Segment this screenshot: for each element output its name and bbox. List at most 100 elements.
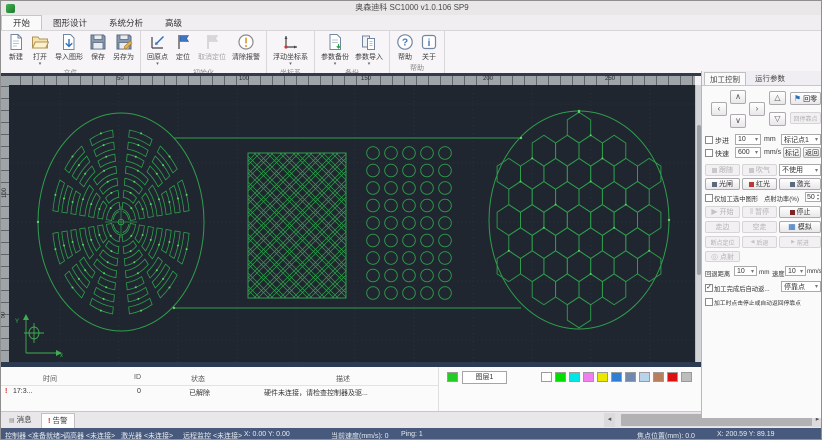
horizontal-ruler: 50100150200250 [9,76,695,85]
ribbon-button[interactable]: 参数导入▾ [352,32,386,67]
ribbon-button[interactable]: 保存 [86,32,110,62]
jog-right-button[interactable]: › [749,102,765,116]
cad-canvas[interactable]: Yx [1,85,695,362]
rollback-speed-unit: mm/s [807,269,822,275]
step-checkbox[interactable] [705,136,713,144]
z-up-button[interactable]: △ [769,91,786,105]
ribbon-button-label: 保存 [91,52,105,62]
message-icon: ▤ [9,418,15,424]
ribbon-button[interactable]: 另存为 [110,32,137,62]
ribbon-button[interactable]: 回原点▾ [144,32,171,67]
auto-return-checkbox[interactable] [705,284,713,292]
ribbon-button[interactable]: ?帮助 [393,32,417,62]
app-logo-icon [6,4,15,13]
scroll-left-icon[interactable]: ◂ [604,413,615,427]
ribbon-button-label: 导入图形 [55,52,83,62]
stop-return-checkbox[interactable] [705,298,713,306]
layer-color-swatch[interactable] [555,372,566,382]
layer-color-swatch[interactable] [583,372,594,382]
dock-point-select[interactable]: 停靠点 [781,281,821,292]
chevron-right-icon: › [756,105,759,113]
ribbon-tab[interactable]: 开始 [1,15,42,30]
alarm-icon: ! [48,416,51,425]
layer-color-swatch[interactable] [653,372,664,382]
bottom-tab-message[interactable]: ▤消息 [3,413,38,428]
ribbon-button[interactable]: 导入图形 [52,32,86,62]
only-selected-checkbox[interactable] [705,194,713,202]
auto-return-label: 加工完成后自动返... [714,284,770,293]
breakpoint-locate-button: 断点定位 [705,236,740,248]
current-layer-swatch[interactable] [447,372,458,382]
layer-color-swatch[interactable] [569,372,580,382]
param-backup-icon [326,33,344,51]
ribbon-button[interactable]: 浮动坐标系▾ [270,32,311,67]
layer-color-swatch[interactable] [639,372,650,382]
ribbon-tab[interactable]: 图形设计 [42,16,98,31]
triangle-up-icon: △ [774,94,780,102]
svg-text:x: x [60,353,63,359]
rollback-distance-select[interactable]: 10 [734,266,757,276]
save-icon [89,33,107,51]
gas-select[interactable]: 不使用 [779,164,821,176]
shutter-toggle-button[interactable]: 光闸 [705,178,740,190]
ribbon-button[interactable]: 新建 [4,32,28,62]
title-bar[interactable]: 奥森迪科 SC1000 v1.0.106 SP9 [1,1,822,15]
layer-color-swatch[interactable] [541,372,552,382]
pause-button: ‖暂停 [742,206,777,218]
dry-run-button: 空走 [742,221,777,233]
laser-toggle-button[interactable]: 激光 [779,178,821,190]
cancel-locate-icon [203,33,221,51]
go-home-button[interactable]: ⚑回零 [790,92,821,105]
ribbon-tab[interactable]: 系统分析 [98,16,154,31]
svg-text:?: ? [402,38,408,49]
fast-checkbox[interactable] [705,149,713,157]
step-distance-select[interactable]: 10 [735,134,761,145]
mark-point-select[interactable]: 标记点1 [781,134,821,145]
rollback-speed-select[interactable]: 10 [785,266,806,276]
layer-color-swatch[interactable] [597,372,608,382]
stop-return-label: 加工时点击停止或自动返回停靠点 [714,298,801,307]
ribbon-button[interactable]: 定位 [171,32,195,62]
current-layer-button[interactable]: 图层1 [462,371,507,384]
status-item: 当前速度(mm/s): 0 [331,431,389,440]
jog-left-button[interactable]: ‹ [711,102,727,116]
fast-unit: mm/s [764,149,781,156]
layer-color-swatch[interactable] [611,372,622,382]
return-button[interactable]: 返回 [803,147,821,158]
spinner-arrows-icon[interactable]: ▴▾ [817,193,819,201]
log-cell-status[interactable]: 已解除 [189,388,210,398]
backward-button: ◀后退 [742,236,777,248]
step-forward-icon: ▶ [791,238,795,246]
burst-power-spinner[interactable]: 50▴▾ [805,192,821,202]
import-graphic-icon [60,33,78,51]
toggle-state-icon [712,168,717,173]
fast-speed-select[interactable]: 600 [735,147,761,158]
log-cell-desc[interactable]: 硬件未连接，请检查控制器及驱... [264,388,368,398]
tab-run-parameters[interactable]: 运行参数 [750,72,790,85]
jog-up-button[interactable]: ∧ [730,90,746,104]
toggle-state-icon [712,182,717,187]
mark-button[interactable]: 标记 [783,147,801,158]
save-as-icon [115,33,133,51]
ribbon-button[interactable]: 打开▾ [28,32,52,67]
ribbon-button[interactable]: 清除报警 [229,32,263,62]
log-cell-time[interactable]: 17:3... [13,388,32,395]
log-cell-id[interactable]: 0 [137,388,141,395]
trace-edge-button: 走边 [705,221,740,233]
stop-icon [790,210,795,215]
svg-text:i: i [428,38,431,49]
z-down-button[interactable]: ▽ [769,112,786,126]
ribbon-tab[interactable]: 高级 [154,16,193,31]
bottom-tab-alarm[interactable]: !告警 [41,413,75,429]
stop-button[interactable]: 停止 [779,206,821,218]
ribbon-button[interactable]: i关于 [417,32,441,62]
layer-color-swatch[interactable] [667,372,678,382]
redlight-toggle-button[interactable]: 红光 [742,178,777,190]
jog-down-button[interactable]: ∨ [730,114,746,128]
ribbon-button[interactable]: 参数备份▾ [318,32,352,67]
tab-machining-control[interactable]: 加工控制 [704,72,746,86]
simulate-button[interactable]: ▦模拟 [779,221,821,233]
layer-color-swatch[interactable] [681,372,692,382]
status-item: X: 200.59 Y: 89.19 [717,431,774,438]
layer-color-swatch[interactable] [625,372,636,382]
